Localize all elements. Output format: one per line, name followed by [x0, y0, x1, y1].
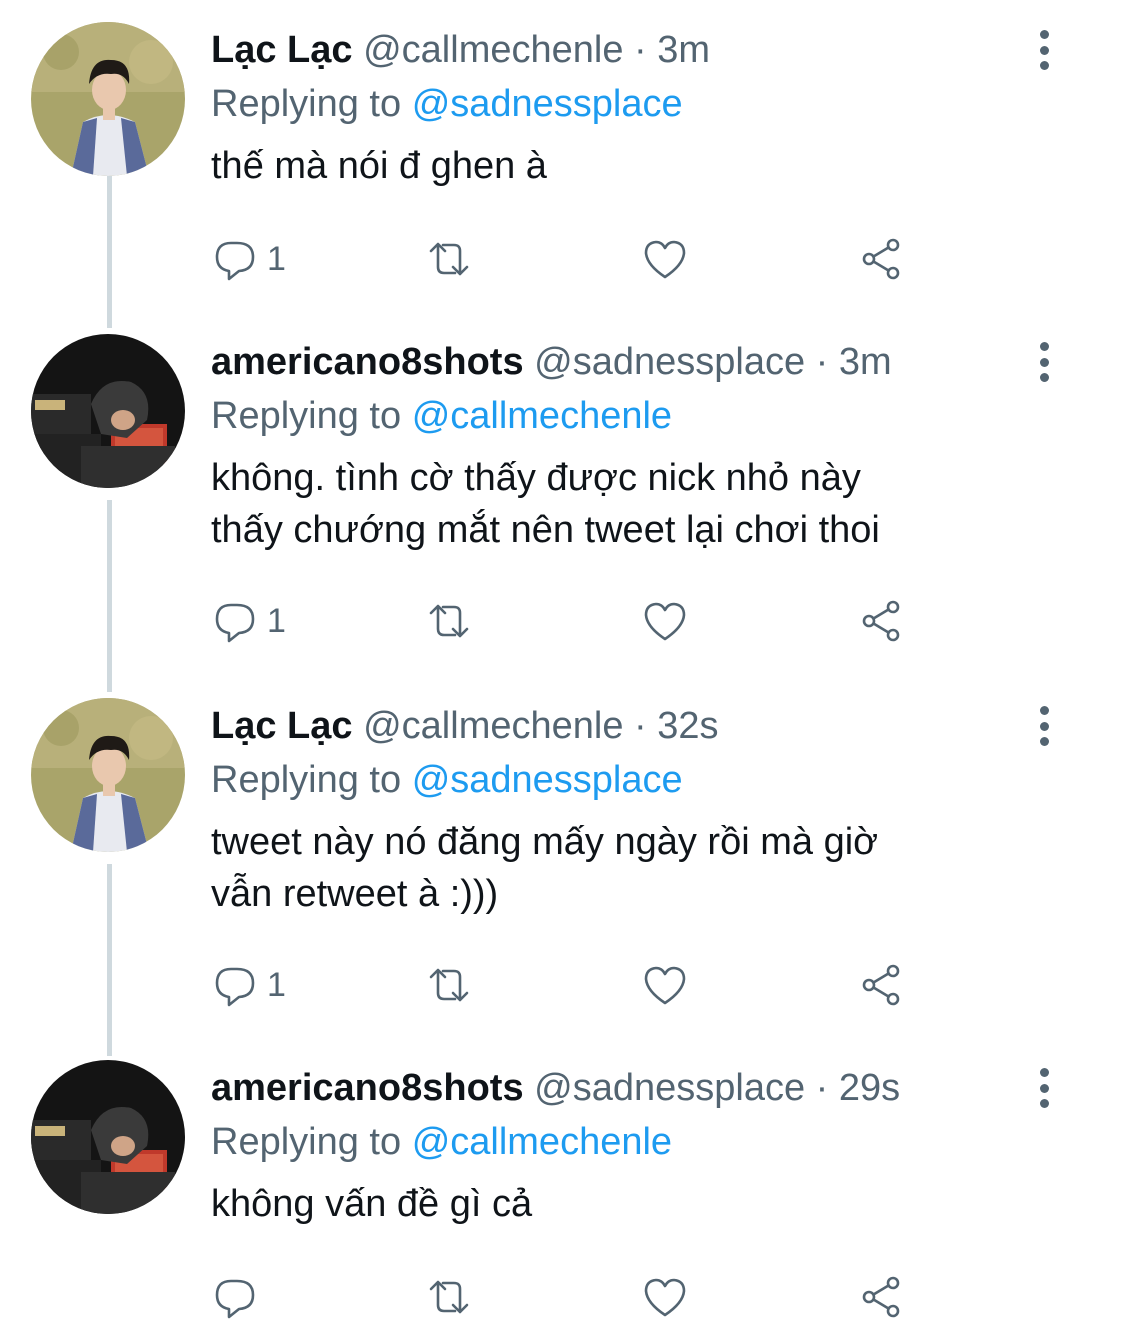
- action-bar: 1: [211, 596, 931, 646]
- avatar-lac-image: [31, 22, 185, 176]
- username[interactable]: @sadnessplace: [534, 341, 805, 383]
- display-name[interactable]: Lạc Lạc: [211, 29, 353, 71]
- tweet-header: americano8shots @sadnessplace · 3m: [211, 338, 1034, 386]
- share-icon: [862, 600, 900, 642]
- timestamp[interactable]: 29s: [839, 1067, 900, 1109]
- reply-button[interactable]: 1: [211, 234, 286, 284]
- reply-button[interactable]: 1: [211, 960, 286, 1010]
- avatar[interactable]: [31, 1060, 185, 1214]
- username[interactable]: @callmechenle: [363, 29, 623, 71]
- reply-button[interactable]: 1: [211, 596, 286, 646]
- replying-to: Replying to @callmechenle: [211, 392, 672, 440]
- share-button[interactable]: [857, 234, 905, 284]
- tweet-header: americano8shots @sadnessplace · 29s: [211, 1064, 1034, 1112]
- tweet-text: không vấn đề gì cả: [211, 1183, 533, 1225]
- timestamp[interactable]: 3m: [657, 29, 710, 71]
- retweet-button[interactable]: [425, 234, 473, 284]
- username[interactable]: @sadnessplace: [534, 1067, 805, 1109]
- retweet-button[interactable]: [425, 1272, 473, 1322]
- reply-icon: [215, 241, 255, 281]
- replying-label: Replying to: [211, 759, 402, 801]
- tweet-header: Lạc Lạc @callmechenle · 3m: [211, 26, 1034, 74]
- replying-label: Replying to: [211, 1121, 402, 1163]
- replying-to: Replying to @callmechenle: [211, 1118, 672, 1166]
- like-button[interactable]: [641, 960, 689, 1010]
- retweet-icon: [429, 604, 469, 638]
- retweet-icon: [429, 1280, 469, 1314]
- retweet-icon: [429, 968, 469, 1002]
- like-button[interactable]: [641, 596, 689, 646]
- mention-link[interactable]: @callmechenle: [412, 395, 672, 437]
- more-icon[interactable]: [1024, 1066, 1064, 1110]
- reply-icon: [215, 1279, 255, 1319]
- share-button[interactable]: [857, 596, 905, 646]
- display-name[interactable]: Lạc Lạc: [211, 705, 353, 747]
- share-button[interactable]: [857, 1272, 905, 1322]
- avatar-americano-image: [31, 334, 185, 488]
- separator-dot: ·: [815, 341, 829, 383]
- action-bar: 1: [211, 234, 931, 284]
- display-name[interactable]: americano8shots: [211, 341, 524, 383]
- mention-link[interactable]: @sadnessplace: [412, 759, 683, 801]
- tweet[interactable]: americano8shots @sadnessplace · 29s Repl…: [0, 1060, 1124, 1340]
- avatar[interactable]: [31, 334, 185, 488]
- mention-link[interactable]: @callmechenle: [412, 1121, 672, 1163]
- like-icon: [644, 1278, 686, 1317]
- share-icon: [862, 238, 900, 280]
- avatar[interactable]: [31, 22, 185, 176]
- more-icon[interactable]: [1024, 340, 1064, 384]
- tweet[interactable]: Lạc Lạc @callmechenle · 3m Replying to @…: [0, 22, 1124, 312]
- like-button[interactable]: [641, 234, 689, 284]
- separator-dot: ·: [634, 705, 647, 747]
- action-bar: 1: [211, 960, 931, 1010]
- reply-count: 1: [267, 239, 286, 278]
- avatar-lac-image: [31, 698, 185, 852]
- tweet[interactable]: Lạc Lạc @callmechenle · 32s Replying to …: [0, 698, 1124, 1028]
- tweet-text: không. tình cờ thấy được nick nhỏ này th…: [211, 457, 880, 551]
- username[interactable]: @callmechenle: [363, 705, 623, 747]
- reply-count: 1: [267, 601, 286, 640]
- replying-label: Replying to: [211, 395, 402, 437]
- replying-to: Replying to @sadnessplace: [211, 80, 683, 128]
- share-icon: [862, 1276, 900, 1318]
- retweet-button[interactable]: [425, 960, 473, 1010]
- more-icon[interactable]: [1024, 28, 1064, 72]
- tweet-text: tweet này nó đăng mấy ngày rồi mà giờ vẫ…: [211, 821, 879, 915]
- timestamp[interactable]: 32s: [657, 705, 718, 747]
- mention-link[interactable]: @sadnessplace: [412, 83, 683, 125]
- replying-label: Replying to: [211, 83, 402, 125]
- reply-button[interactable]: [211, 1272, 267, 1322]
- like-icon: [644, 602, 686, 641]
- tweet-text: thế mà nói đ ghen à: [211, 145, 547, 187]
- avatar[interactable]: [31, 698, 185, 852]
- avatar-americano-image: [31, 1060, 185, 1214]
- reply-icon: [215, 967, 255, 1007]
- retweet-button[interactable]: [425, 596, 473, 646]
- more-icon[interactable]: [1024, 704, 1064, 748]
- like-icon: [644, 240, 686, 279]
- replying-to: Replying to @sadnessplace: [211, 756, 683, 804]
- share-icon: [862, 964, 900, 1006]
- tweet-header: Lạc Lạc @callmechenle · 32s: [211, 702, 1034, 750]
- like-button[interactable]: [641, 1272, 689, 1322]
- separator-dot: ·: [634, 29, 647, 71]
- separator-dot: ·: [815, 1067, 829, 1109]
- share-button[interactable]: [857, 960, 905, 1010]
- action-bar: [211, 1272, 931, 1322]
- reply-count: 1: [267, 965, 286, 1004]
- timestamp[interactable]: 3m: [839, 341, 892, 383]
- tweet[interactable]: americano8shots @sadnessplace · 3m Reply…: [0, 334, 1124, 664]
- like-icon: [644, 966, 686, 1005]
- display-name[interactable]: americano8shots: [211, 1067, 524, 1109]
- retweet-icon: [429, 242, 469, 276]
- reply-icon: [215, 603, 255, 643]
